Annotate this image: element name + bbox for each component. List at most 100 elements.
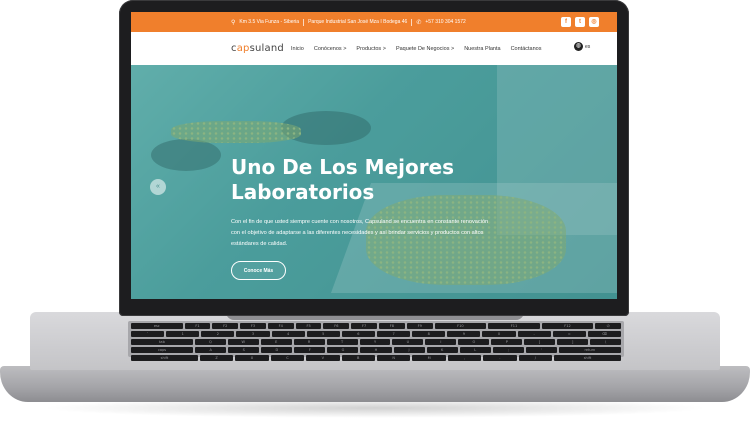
keyboard: esc F1 F2 F3 F4 F 5 F6 F7 F8 F9 F10 F11 F12 ⏻ ` 1 2 3 4 5 6 7…	[128, 321, 624, 361]
instagram-icon[interactable]: ◎	[589, 17, 599, 27]
keyboard-key: 5	[306, 331, 340, 337]
language-selector[interactable]: ◍ es	[574, 42, 590, 51]
conoce-mas-button[interactable]: Conoce Más	[231, 261, 286, 280]
nav-item-conocenos[interactable]: Conócenos >	[314, 46, 347, 52]
keyboard-key: -	[517, 331, 551, 337]
keyboard-key: B	[341, 355, 375, 361]
keyboard-key: ]	[557, 339, 589, 345]
hero-title-line: Laboratorios	[231, 180, 375, 204]
keyboard-key: 1	[166, 331, 200, 337]
keyboard-key: F	[294, 347, 326, 353]
industrial-park-text: Parque Industrial San José Mza I Bodega …	[308, 19, 408, 25]
keyboard-row: caps A S D F G H J K L; ' return	[131, 347, 621, 353]
laptop-screen: ⚲ Km 3.5 Via Funza - Siberia Parque Indu…	[131, 12, 617, 299]
nav-item-inicio[interactable]: Inicio	[291, 46, 304, 52]
laptop-base-front	[0, 366, 750, 402]
keyboard-key: F12	[541, 323, 594, 329]
keyboard-key: =	[552, 331, 586, 337]
globe-icon: ◍	[574, 42, 583, 51]
facebook-icon[interactable]: f	[561, 17, 571, 27]
keyboard-key: Q	[194, 339, 226, 345]
keyboard-key: L	[459, 347, 491, 353]
keyboard-key: W	[227, 339, 259, 345]
keyboard-key: P	[491, 339, 523, 345]
hero-description: Con el fin de que usted siempre cuente c…	[231, 219, 489, 247]
keyboard-key: ⌫	[587, 331, 621, 337]
keyboard-key: 8	[412, 331, 446, 337]
keyboard-key: F2	[212, 323, 239, 329]
keyboard-key: 2	[201, 331, 235, 337]
keyboard-key: ;	[492, 347, 524, 353]
keyboard-key: ⏻	[595, 323, 622, 329]
nav-menu: Inicio Conócenos > Productos > Paquete D…	[291, 32, 541, 65]
keyboard-key: '	[525, 347, 557, 353]
hero-slider: « Uno De Los Mejores Laboratorios Con el…	[131, 65, 617, 299]
twitter-icon[interactable]: t	[575, 17, 585, 27]
keyboard-key: R	[293, 339, 325, 345]
contact-info: ⚲ Km 3.5 Via Funza - Siberia Parque Indu…	[231, 12, 466, 32]
keyboard-row: tab Q W E R T Y U I O P[] \	[131, 339, 622, 345]
keyboard-key: caps	[131, 347, 194, 353]
keyboard-row: ` 1 2 3 4 5 6 7 8 9 0- = ⌫	[131, 331, 621, 337]
capsuland-logo[interactable]: capsuland	[231, 43, 284, 54]
hero-title: Uno De Los Mejores Laboratorios	[231, 155, 491, 205]
keyboard-key: 9	[447, 331, 481, 337]
logo-accent: ap	[236, 43, 250, 54]
keyboard-key: H	[360, 347, 392, 353]
keyboard-key: F9	[406, 323, 433, 329]
keyboard-key: F4	[267, 323, 294, 329]
keyboard-key: ,	[447, 355, 482, 361]
keyboard-key: \	[590, 339, 622, 345]
keyboard-key: T	[326, 339, 358, 345]
slider-prev-arrow-icon[interactable]: «	[150, 179, 166, 195]
keyboard-key: [	[524, 339, 556, 345]
keyboard-key: A	[195, 347, 227, 353]
language-label: es	[585, 43, 591, 50]
keyboard-key: .	[483, 355, 517, 361]
nav-item-nuestra-planta[interactable]: Nuestra Planta	[464, 46, 500, 52]
keyboard-key: M	[412, 355, 446, 361]
keyboard-key: N	[376, 355, 411, 361]
keyboard-key: D	[261, 347, 293, 353]
main-navigation: capsuland Inicio Conócenos > Productos >…	[131, 32, 617, 65]
keyboard-key: F3	[240, 323, 266, 329]
keyboard-key: tab	[131, 339, 193, 345]
keyboard-key: 6	[341, 331, 375, 337]
keyboard-key: shift	[131, 355, 198, 361]
keyboard-key: I	[425, 339, 457, 345]
keyboard-key: Y	[359, 339, 391, 345]
keyboard-key: F10	[434, 323, 487, 329]
keyboard-key: F7	[351, 323, 378, 329]
social-links: f t ◎	[561, 17, 599, 27]
nav-item-paquete-de-negocios[interactable]: Paquete De Negocios >	[396, 46, 454, 52]
nav-item-productos[interactable]: Productos >	[356, 46, 386, 52]
divider	[411, 18, 413, 26]
keyboard-key: U	[392, 339, 424, 345]
keyboard-key: F6	[323, 323, 350, 329]
divider	[303, 18, 305, 26]
keyboard-key: G	[327, 347, 359, 353]
keyboard-key: F8	[379, 323, 405, 329]
keyboard-key: shift	[554, 355, 621, 361]
keyboard-key: C	[270, 355, 305, 361]
hero-title-line: Uno De Los Mejores	[231, 155, 455, 179]
keyboard-key: K	[426, 347, 458, 353]
keyboard-key: X	[235, 355, 269, 361]
keyboard-key: V	[306, 355, 340, 361]
keyboard-key: 0	[482, 331, 516, 337]
top-info-bar: ⚲ Km 3.5 Via Funza - Siberia Parque Indu…	[131, 12, 617, 32]
address-text: Km 3.5 Via Funza - Siberia	[239, 19, 300, 25]
keyboard-key: 7	[376, 331, 411, 337]
keyboard-key: esc	[131, 323, 183, 329]
phone-text[interactable]: +57 310 304 1572	[425, 19, 465, 25]
keyboard-key: O	[458, 339, 490, 345]
keyboard-key: F11	[488, 323, 540, 329]
keyboard-key: E	[260, 339, 292, 345]
keyboard-row: shift Z X C V B N M,. / shift	[131, 355, 621, 361]
keyboard-key: Z	[199, 355, 234, 361]
nav-item-contactanos[interactable]: Contáctanos	[511, 46, 542, 52]
keyboard-key: /	[518, 355, 553, 361]
keyboard-key: F1	[184, 323, 211, 329]
keyboard-key: 4	[271, 331, 305, 337]
location-pin-icon: ⚲	[231, 19, 236, 26]
